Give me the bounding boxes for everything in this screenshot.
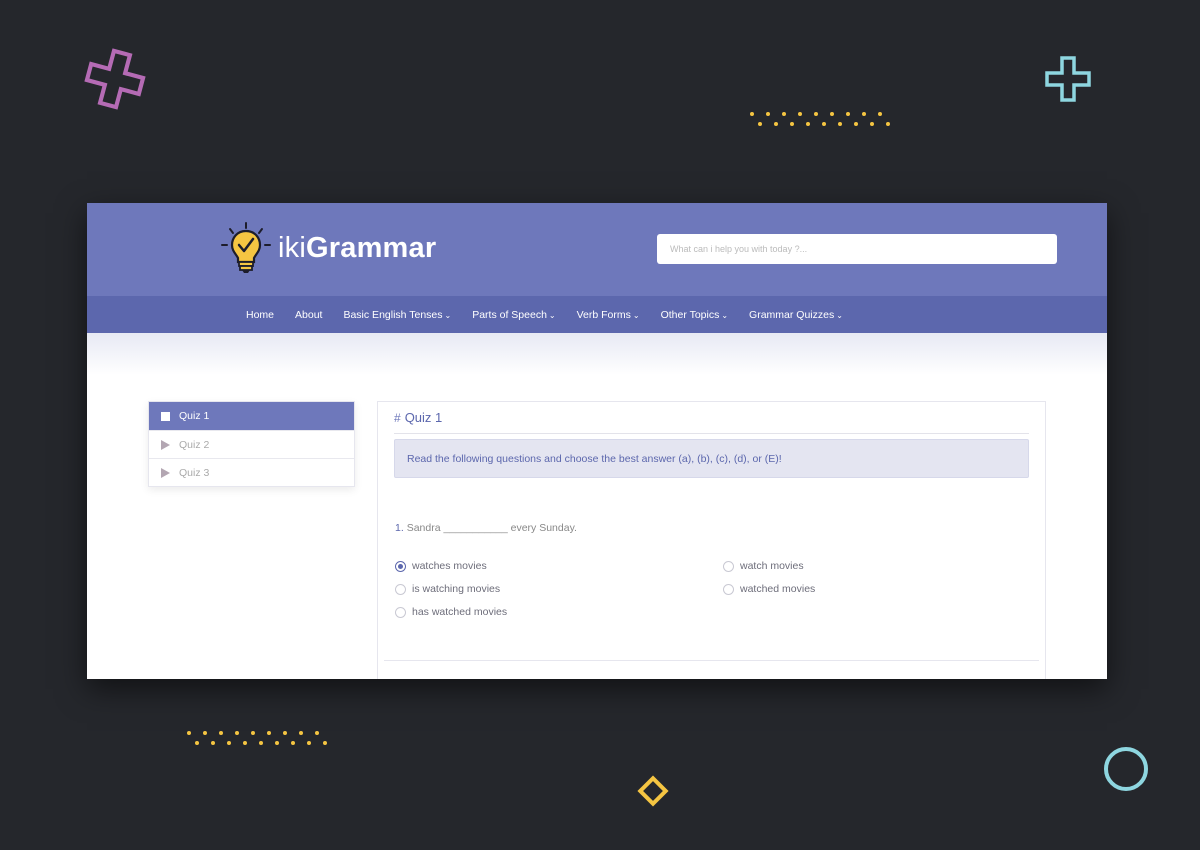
quiz-instructions: Read the following questions and choose … xyxy=(394,439,1029,478)
main-nav: Home About Basic English Tenses ⌄ Parts o… xyxy=(87,296,1107,333)
decorative-cross-pink xyxy=(84,48,146,110)
option-label: watches movies xyxy=(412,560,487,572)
quiz-panel: # Quiz 1 Read the following questions an… xyxy=(377,401,1046,679)
option-watches-movies[interactable]: watches movies xyxy=(395,560,487,572)
panel-divider xyxy=(384,660,1039,661)
radio-button[interactable] xyxy=(723,560,734,572)
nav-item-label: Home xyxy=(246,308,275,321)
nav-item-label: About xyxy=(295,308,323,321)
square-icon xyxy=(161,411,170,421)
search-input[interactable] xyxy=(657,234,1057,264)
decorative-ring xyxy=(1104,747,1148,791)
decorative-diamond xyxy=(637,775,669,807)
logo-text-bold: Grammar xyxy=(306,231,437,264)
sidebar-item-quiz-1[interactable]: Quiz 1 xyxy=(149,402,354,430)
sidebar-item-quiz-3[interactable]: Quiz 3 xyxy=(149,458,354,486)
option-is-watching-movies[interactable]: is watching movies xyxy=(395,583,500,595)
lightbulb-check-icon xyxy=(221,222,271,273)
sidebar-item-quiz-2[interactable]: Quiz 2 xyxy=(149,430,354,458)
chevron-down-icon: ⌄ xyxy=(548,311,556,320)
question-number: 1. xyxy=(395,522,404,534)
radio-button[interactable] xyxy=(395,560,406,572)
nav-item-label: Verb Forms xyxy=(576,308,631,321)
nav-item-basic-english-tenses[interactable]: Basic English Tenses ⌄ xyxy=(343,309,451,321)
option-label: watch movies xyxy=(740,560,804,572)
nav-item-parts-of-speech[interactable]: Parts of Speech ⌄ xyxy=(472,309,555,321)
option-has-watched-movies[interactable]: has watched movies xyxy=(395,606,507,618)
question-text: Sandra ___________ every Sunday. xyxy=(406,522,577,534)
option-watched-movies[interactable]: watched movies xyxy=(723,583,815,595)
nav-item-about[interactable]: About xyxy=(295,309,322,321)
site-logo-text: ikiGrammar xyxy=(278,232,436,265)
nav-item-other-topics[interactable]: Other Topics ⌄ xyxy=(661,309,728,321)
chevron-down-icon: ⌄ xyxy=(632,311,640,320)
question-1: 1. Sandra ___________ every Sunday. xyxy=(395,522,577,534)
nav-item-label: Parts of Speech xyxy=(472,308,547,321)
quiz-title: Quiz 1 xyxy=(404,410,443,425)
radio-button[interactable] xyxy=(395,583,406,595)
nav-item-label: Grammar Quizzes xyxy=(749,308,835,321)
option-label: watched movies xyxy=(740,583,816,595)
logo-text-light: iki xyxy=(278,231,306,264)
play-icon xyxy=(161,467,170,478)
radio-button[interactable] xyxy=(395,606,406,618)
nav-item-home[interactable]: Home xyxy=(246,309,274,321)
nav-item-grammar-quizzes[interactable]: Grammar Quizzes ⌄ xyxy=(749,309,843,321)
nav-item-label: Basic English Tenses xyxy=(343,308,443,321)
quiz-sidebar: Quiz 1 Quiz 2 Quiz 3 xyxy=(148,401,355,487)
website-window: ikiGrammar Home About Basic English Tens… xyxy=(87,203,1107,679)
option-label: has watched movies xyxy=(412,606,508,618)
nav-item-verb-forms[interactable]: Verb Forms ⌄ xyxy=(577,309,640,321)
site-logo[interactable]: ikiGrammar xyxy=(220,221,436,275)
sidebar-item-label: Quiz 3 xyxy=(179,466,210,479)
option-watch-movies[interactable]: watch movies xyxy=(723,560,804,572)
radio-button[interactable] xyxy=(723,583,734,595)
decorative-cross-teal xyxy=(1045,56,1091,102)
header-shadow-band xyxy=(87,333,1107,375)
quiz-header: # Quiz 1 xyxy=(394,402,1029,434)
main-content: Quiz 1 Quiz 2 Quiz 3 # Quiz 1 Read the f… xyxy=(87,375,1107,679)
sidebar-item-label: Quiz 1 xyxy=(179,410,210,422)
chevron-down-icon: ⌄ xyxy=(836,311,843,320)
header: ikiGrammar xyxy=(87,203,1107,296)
hash-icon: # xyxy=(394,410,401,425)
play-icon xyxy=(161,439,170,450)
nav-item-label: Other Topics xyxy=(660,308,720,321)
chevron-down-icon: ⌄ xyxy=(721,311,729,320)
decorative-dots-top xyxy=(750,112,890,126)
decorative-dots-bottom xyxy=(187,731,327,745)
chevron-down-icon: ⌄ xyxy=(444,311,452,320)
sidebar-item-label: Quiz 2 xyxy=(179,438,210,451)
option-label: is watching movies xyxy=(412,583,501,595)
